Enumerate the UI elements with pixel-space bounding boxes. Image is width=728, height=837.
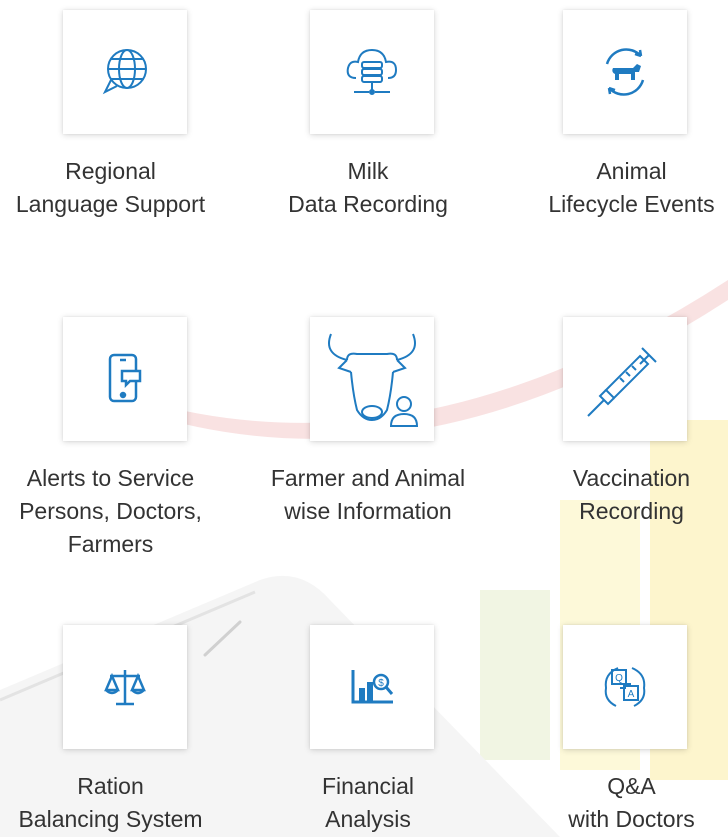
bull-person-icon: [328, 333, 419, 427]
feature-tile[interactable]: [563, 317, 687, 441]
syringe-icon: [587, 347, 657, 417]
feature-milk-data: Milk Data Recording: [241, 0, 495, 307]
feature-label: Regional Language Support: [15, 158, 206, 217]
svg-text:A: A: [628, 689, 635, 700]
feature-label: Ration Balancing System: [18, 773, 203, 832]
svg-text:Q: Q: [615, 673, 623, 684]
feature-tile[interactable]: [63, 317, 187, 441]
feature-alerts: Alerts to Service Persons, Doctors, Farm…: [0, 307, 241, 615]
feature-label: Financial Analysis: [321, 773, 415, 832]
feature-label: Alerts to Service Persons, Doctors, Farm…: [19, 465, 202, 557]
balance-scale-icon: [104, 670, 146, 706]
feature-label: Animal Lifecycle Events: [548, 158, 715, 217]
feature-animal-lifecycle: Animal Lifecycle Events: [495, 0, 728, 307]
feature-label: Vaccination Recording: [572, 465, 691, 524]
feature-tile[interactable]: [310, 317, 434, 441]
question-answer-icon: Q A: [604, 667, 646, 707]
feature-financial-analysis: $ Financial Analysis: [241, 615, 495, 837]
feature-tile[interactable]: [563, 10, 687, 134]
feature-label: Milk Data Recording: [288, 158, 448, 217]
feature-tile[interactable]: $: [310, 625, 434, 749]
feature-qa-doctors: Q A Q&A with Doctors: [495, 615, 728, 837]
feature-regional-language: Regional Language Support: [0, 0, 241, 307]
globe-chat-icon: [102, 49, 147, 95]
cloud-database-icon: [346, 48, 398, 95]
feature-grid: Regional Language Support Milk Data Reco…: [0, 0, 728, 837]
mobile-alert-icon: [108, 353, 142, 403]
cow-cycle-icon: [605, 48, 645, 96]
feature-tile[interactable]: [63, 10, 187, 134]
feature-ration-balancing: Ration Balancing System: [0, 615, 241, 837]
feature-vaccination: Vaccination Recording: [495, 307, 728, 615]
svg-text:$: $: [378, 678, 384, 689]
bar-chart-dollar-icon: $: [351, 670, 394, 704]
feature-tile[interactable]: [63, 625, 187, 749]
feature-farmer-animal-info: Farmer and Animal wise Information: [241, 307, 495, 615]
feature-tile[interactable]: Q A: [563, 625, 687, 749]
feature-tile[interactable]: [310, 10, 434, 134]
feature-label: Q&A with Doctors: [568, 773, 695, 832]
feature-label: Farmer and Animal wise Information: [270, 465, 466, 524]
